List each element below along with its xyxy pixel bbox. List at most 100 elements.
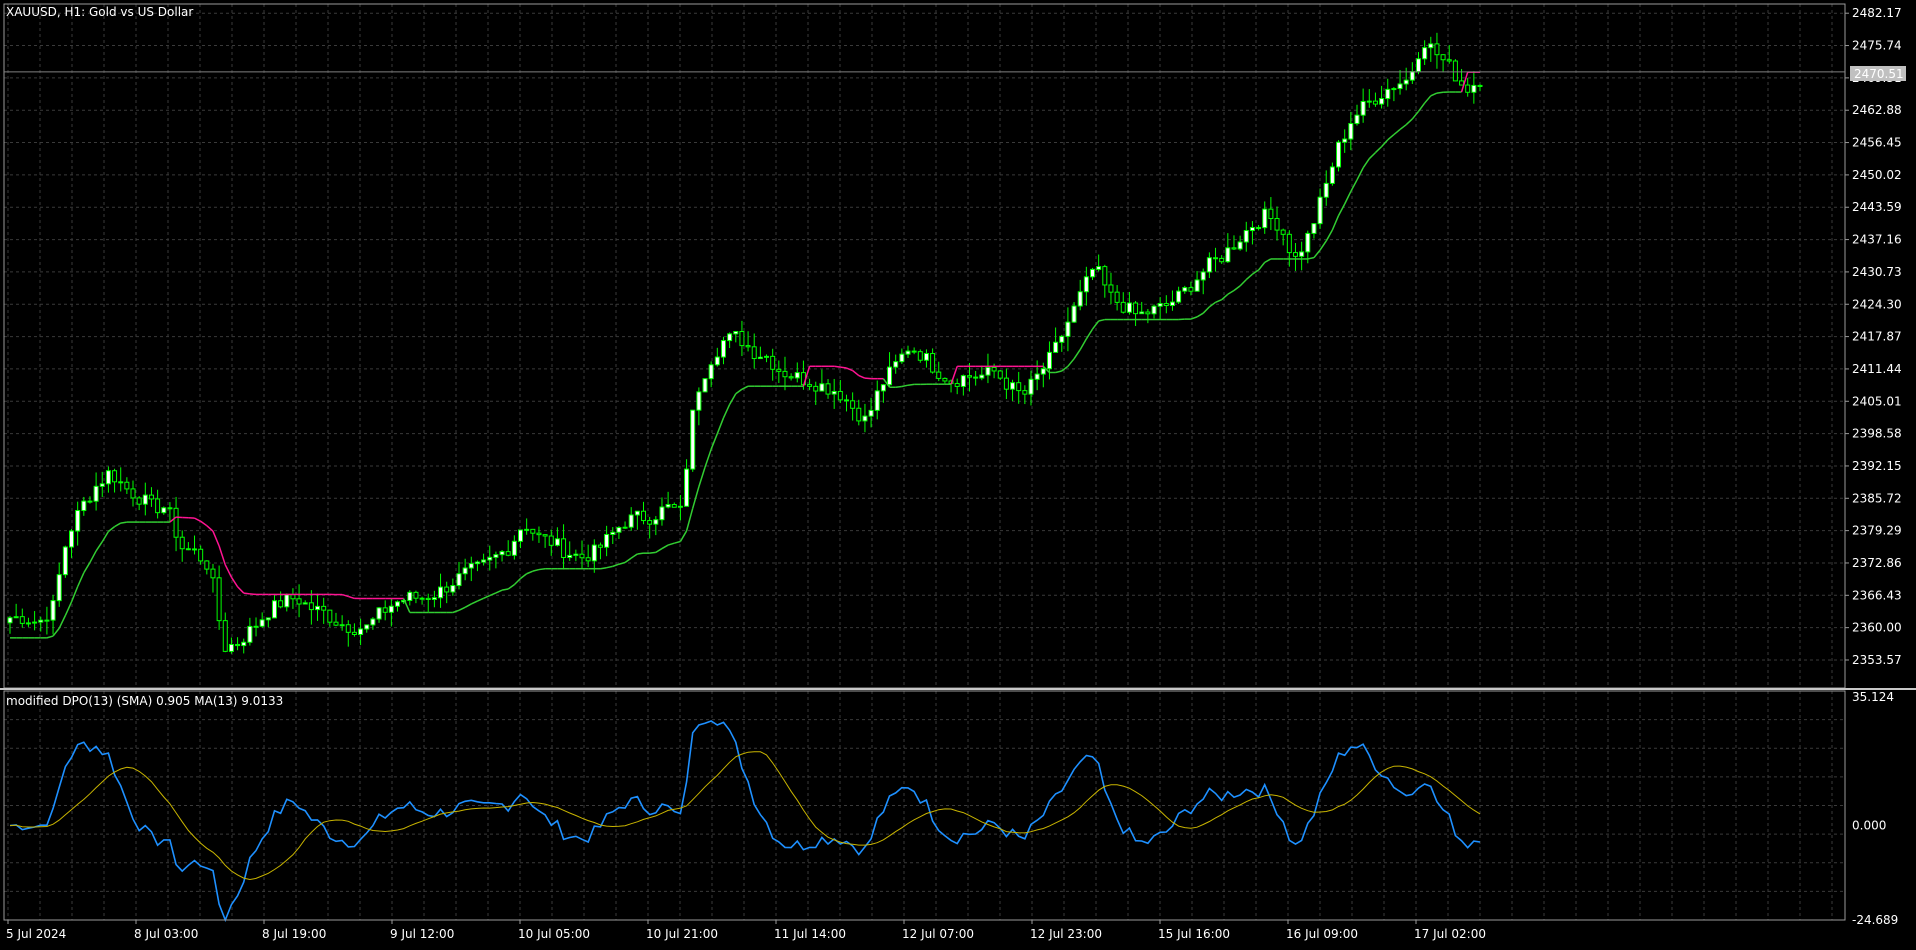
candle-body [1349,124,1353,140]
stop-segment [1400,125,1406,130]
stop-segment [102,532,108,542]
time-tick-label: 15 Jul 16:00 [1158,927,1230,941]
candle-body [623,527,627,528]
candle-body [297,599,301,604]
candle-body [1134,303,1138,314]
stop-segment [225,565,231,577]
price-tick-label: 2360.00 [1852,621,1902,635]
candle-body [1460,81,1464,85]
candle-body [223,621,227,652]
candle-body [248,626,252,642]
stop-segment [834,366,840,367]
symbol-caption: XAUUSD, H1: Gold vs US Dollar [6,5,193,19]
candle-body [1164,304,1168,306]
candle-body [328,610,332,622]
candle-body [851,401,855,408]
stop-segment [1086,329,1092,339]
candle-body [1238,242,1242,249]
indicator-axis[interactable]: 35.1240.000-24.689 [1852,690,1898,927]
stop-segment [502,589,508,590]
candle-body [967,376,971,377]
candle-body [1373,101,1377,104]
time-tick-label: 5 Jul 2024 [6,927,66,941]
chart-window[interactable]: 2482.172475.742469.312462.882456.452450.… [0,0,1916,946]
stop-segment [840,367,846,368]
candle-body [272,601,276,618]
candle-body [1103,267,1107,285]
indicator-tick-label: 0.000 [1852,818,1886,832]
indicator-tick-label: -24.689 [1852,913,1898,927]
candle-body [1435,44,1439,55]
candle-body [1097,267,1101,270]
price-tick-label: 2405.01 [1852,394,1902,408]
candle-body [168,508,172,509]
candle-body [309,603,313,610]
candle-body [20,617,24,624]
stop-segment [631,554,637,558]
candle-body [211,569,215,578]
stop-segment [459,607,465,610]
candle-body [100,484,104,487]
time-tick-label: 10 Jul 21:00 [646,927,718,941]
stop-segment [717,418,723,434]
stop-segment [84,562,90,572]
price-tick-label: 2366.43 [1852,588,1902,602]
candle-body [863,416,867,421]
candle-body [605,534,609,547]
candle-body [746,346,750,347]
candle-body [1072,306,1076,322]
stop-segment [59,616,65,629]
time-tick-label: 12 Jul 07:00 [902,927,974,941]
price-axis[interactable]: 2482.172475.742469.312462.882456.452450.… [1845,6,1902,667]
candle-body [156,499,160,513]
price-tick-label: 2417.87 [1852,330,1902,344]
candle-body [826,384,830,394]
candle-body [574,554,578,555]
candle-body [1121,302,1125,312]
candle-body [1324,183,1328,197]
candle-body [1392,89,1396,90]
candle-body [266,618,270,620]
candle-body [568,555,572,557]
stop-segment [902,385,908,386]
stop-segment [471,601,477,604]
candle-body [691,410,695,469]
candle-body [217,578,221,621]
candle-body [580,554,584,558]
candle-body [820,384,824,391]
candle-body [70,531,74,547]
time-axis[interactable]: 5 Jul 20248 Jul 03:008 Jul 19:009 Jul 12… [6,920,1486,941]
candle-body [980,375,984,378]
candle-body [119,482,123,483]
candle-body [1293,253,1297,257]
stop-segment [121,522,127,523]
stop-segment [1431,93,1437,96]
candle-body [531,529,535,533]
stop-segment [527,571,533,574]
candle-body [992,367,996,371]
stop-segment [730,394,736,405]
candle-body [451,586,455,592]
candle-body [303,603,307,604]
candle-body [1257,228,1261,229]
candle-body [193,549,197,550]
candle-body [51,601,55,621]
stop-segment [1363,159,1369,168]
candle-body [654,520,658,524]
candle-body [1084,277,1088,292]
candle-body [685,469,689,506]
chart-canvas[interactable]: 2482.172475.742469.312462.882456.452450.… [0,0,1916,946]
candle-body [1066,322,1070,336]
stop-segment [896,387,902,388]
stop-segment [115,523,121,527]
candle-body [1318,197,1322,223]
stop-segment [1332,216,1338,230]
candle-body [900,354,904,361]
stop-segment [250,594,256,595]
stop-segment [607,566,613,567]
stop-segment [853,371,859,376]
stop-segment [1259,262,1265,270]
stop-segment [496,590,502,593]
main-panel-frame [4,4,1845,688]
price-tick-label: 2398.58 [1852,427,1902,441]
